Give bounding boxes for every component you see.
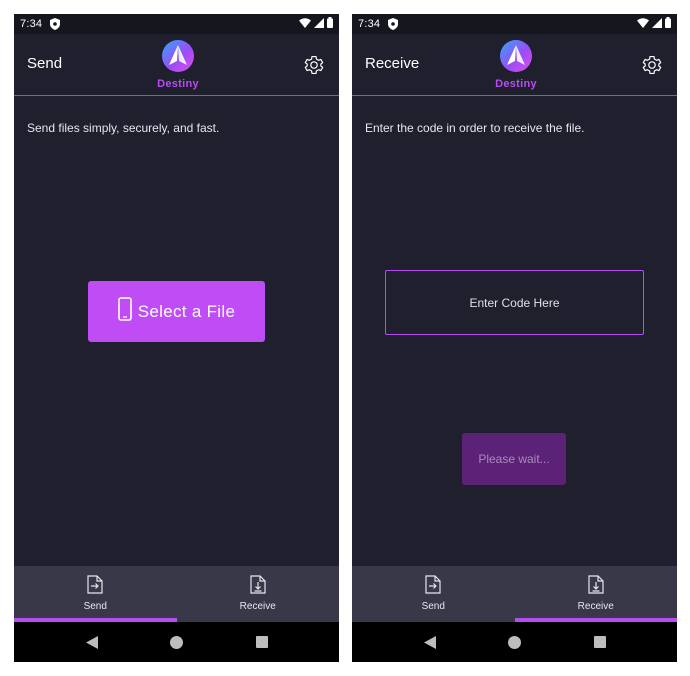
status-bar: 7:34	[352, 14, 677, 34]
send-file-icon	[425, 575, 441, 599]
app-bar: Receive Destiny	[352, 34, 677, 96]
system-nav-bar	[352, 622, 677, 662]
back-icon[interactable]	[84, 634, 100, 650]
app-logo: Destiny	[486, 40, 546, 90]
page-subtitle: Enter the code in order to receive the f…	[365, 121, 585, 135]
system-nav-bar	[14, 622, 339, 662]
send-file-icon	[87, 575, 103, 599]
signal-icon	[652, 17, 662, 31]
select-file-button[interactable]: Select a File	[88, 281, 265, 342]
app-logo: Destiny	[148, 40, 208, 90]
please-wait-button[interactable]: Please wait...	[462, 433, 566, 485]
nav-label-receive: Receive	[577, 601, 614, 612]
bottom-nav: Send Receive	[352, 566, 677, 622]
shield-icon	[50, 18, 61, 30]
home-icon[interactable]	[507, 634, 523, 650]
recents-icon[interactable]	[592, 634, 608, 650]
battery-icon	[665, 17, 671, 31]
wifi-icon	[299, 17, 311, 31]
logo-text: Destiny	[157, 78, 199, 90]
please-wait-label: Please wait...	[478, 452, 550, 466]
code-input[interactable]	[385, 270, 644, 335]
gear-icon[interactable]	[303, 54, 325, 76]
home-icon[interactable]	[169, 634, 185, 650]
shield-icon	[388, 18, 399, 30]
nav-item-receive[interactable]: Receive	[514, 566, 677, 622]
receive-screen: 7:34 Receive Destiny Enter the code in o…	[352, 14, 677, 662]
battery-icon	[327, 17, 333, 31]
receive-file-icon	[250, 575, 266, 599]
status-icons	[299, 17, 333, 31]
back-icon[interactable]	[422, 634, 438, 650]
nav-item-send[interactable]: Send	[352, 566, 515, 622]
app-bar: Send Destiny	[14, 34, 339, 96]
phone-icon	[117, 297, 132, 326]
nav-label-send: Send	[83, 601, 107, 612]
send-screen: 7:34 Send Destiny Send files simply, sec…	[14, 14, 339, 662]
nav-label-send: Send	[421, 601, 445, 612]
nav-item-receive[interactable]: Receive	[177, 566, 340, 622]
status-bar: 7:34	[14, 14, 339, 34]
gear-icon[interactable]	[641, 54, 663, 76]
status-time: 7:34	[358, 18, 381, 30]
wifi-icon	[637, 17, 649, 31]
select-file-label: Select a File	[137, 301, 236, 321]
nav-item-send[interactable]: Send	[14, 566, 177, 622]
page-title: Receive	[365, 55, 420, 72]
logo-icon	[500, 40, 532, 77]
bottom-nav: Send Receive	[14, 566, 339, 622]
logo-text: Destiny	[495, 78, 537, 90]
page-title: Send	[27, 55, 63, 72]
page-subtitle: Send files simply, securely, and fast.	[27, 121, 220, 135]
status-time: 7:34	[20, 18, 43, 30]
recents-icon[interactable]	[254, 634, 270, 650]
status-icons	[637, 17, 671, 31]
receive-file-icon	[588, 575, 604, 599]
logo-icon	[162, 40, 194, 77]
nav-label-receive: Receive	[239, 601, 276, 612]
signal-icon	[314, 17, 324, 31]
